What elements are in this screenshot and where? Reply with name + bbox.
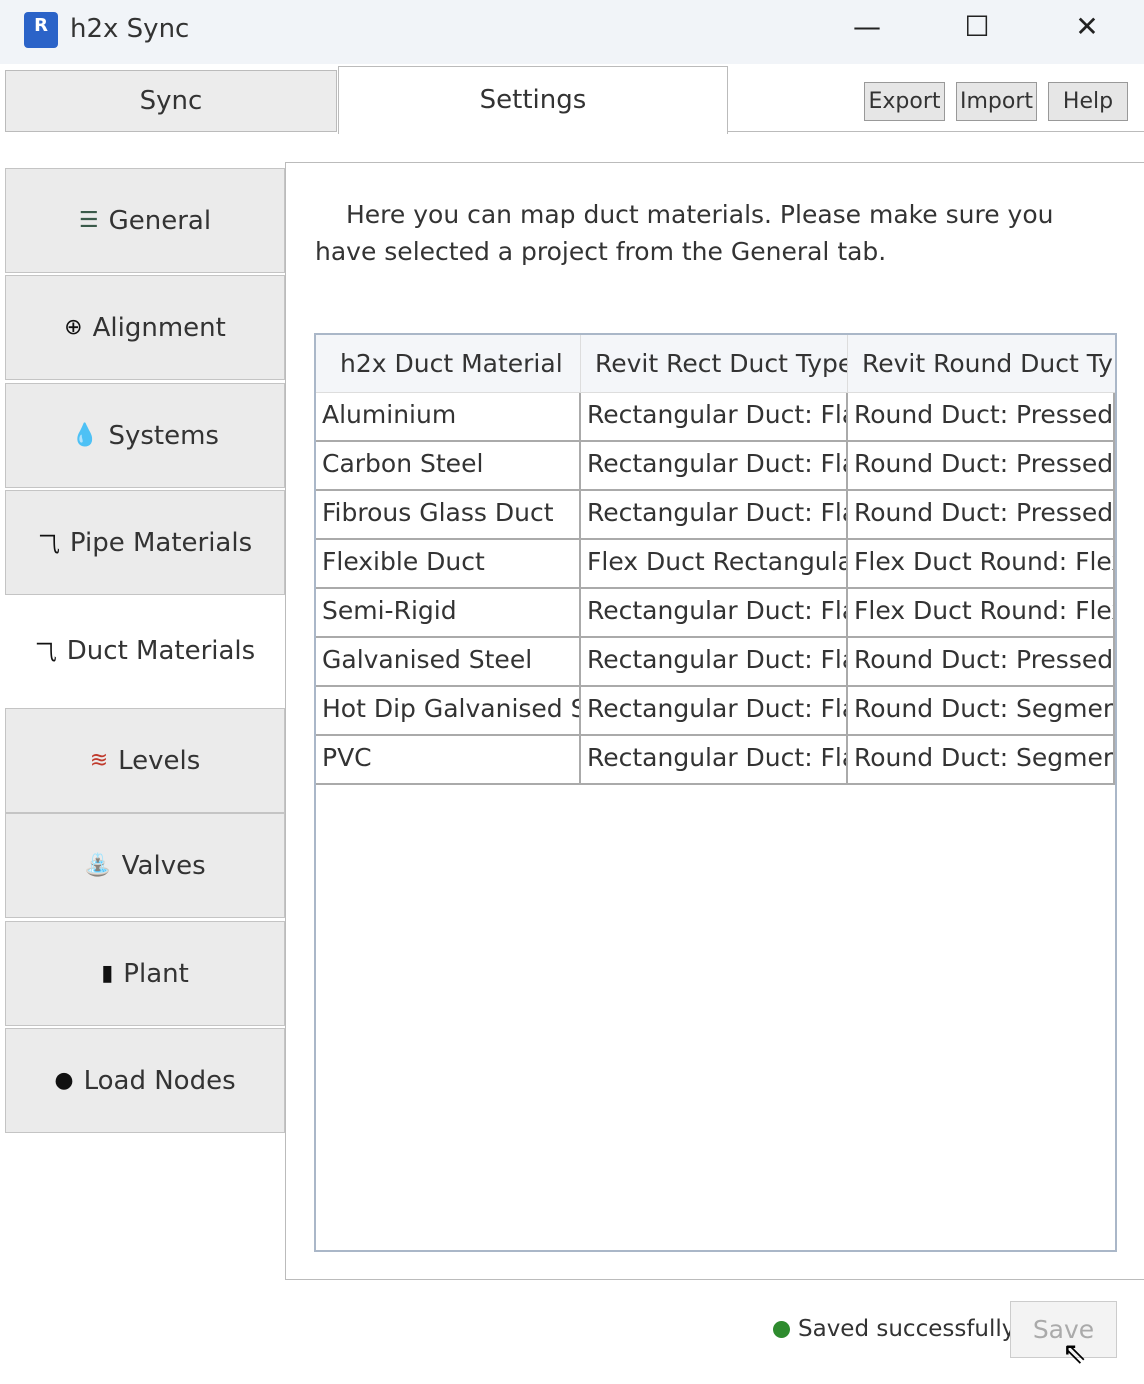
table-row[interactable]: Flexible Duct Flex Duct Rectangular Flex D… (316, 540, 1115, 589)
table-header: h2x Duct Material Revit Rect Duct Type R… (316, 335, 1115, 393)
export-button[interactable]: Export (864, 82, 945, 121)
save-status: Saved successfully (773, 1316, 1015, 1342)
table-row[interactable]: Semi-Rigid Rectangular Duct: Flat Flex Duc… (316, 589, 1115, 638)
sidebar-item-valves[interactable]: ⛲ Valves (5, 813, 285, 918)
material-cell: Aluminium (316, 393, 581, 440)
rect-duct-type-cell[interactable]: Rectangular Duct: Flat (581, 687, 848, 734)
help-button[interactable]: Help (1048, 82, 1128, 121)
material-cell: Carbon Steel (316, 442, 581, 489)
table-row[interactable]: Aluminium Rectangular Duct: Flat Round Duc… (316, 393, 1115, 442)
window-title: h2x Sync (70, 14, 190, 44)
circle-icon: ● (54, 1068, 74, 1093)
round-duct-type-cell[interactable]: Round Duct: Segmented (848, 687, 1115, 734)
sidebar-item-label: Load Nodes (83, 1065, 236, 1096)
round-duct-type-cell[interactable]: Round Duct: Pressed (848, 491, 1115, 538)
import-button[interactable]: Import (956, 82, 1037, 121)
round-duct-type-cell[interactable]: Flex Duct Round: Flex (848, 540, 1115, 587)
title-bar: R h2x Sync — ☐ ✕ (0, 0, 1144, 64)
material-cell: Flexible Duct (316, 540, 581, 587)
rect-duct-type-cell[interactable]: Rectangular Duct: Flat (581, 442, 848, 489)
sidebar-item-systems[interactable]: 💧 Systems (5, 383, 285, 488)
water-drop-icon: 💧 (71, 423, 99, 448)
table-row[interactable]: Galvanised Steel Rectangular Duct: Flat Ro… (316, 638, 1115, 687)
rect-duct-type-cell[interactable]: Rectangular Duct: Flat (581, 393, 848, 440)
column-header[interactable]: Revit Rect Duct Type (581, 335, 848, 392)
sidebar-item-pipe-materials[interactable]: ⺄ Pipe Materials (5, 490, 285, 595)
material-cell: Semi-Rigid (316, 589, 581, 636)
round-duct-type-cell[interactable]: Round Duct: Segmented (848, 736, 1115, 783)
sidebar-item-label: Plant (123, 958, 189, 989)
sidebar-item-label: Duct Materials (66, 636, 256, 666)
rect-duct-type-cell[interactable]: Flex Duct Rectangular (581, 540, 848, 587)
revit-app-icon: R (24, 12, 58, 48)
sidebar-item-load-nodes[interactable]: ● Load Nodes (5, 1028, 285, 1133)
pulse-icon: ⺄ (34, 641, 57, 666)
material-cell: Galvanised Steel (316, 638, 581, 685)
column-header[interactable]: h2x Duct Material (316, 335, 581, 392)
maximize-button[interactable]: ☐ (952, 10, 1002, 43)
material-cell: Hot Dip Galvanised Steel (316, 687, 581, 734)
sidebar-item-label: Alignment (92, 312, 226, 343)
status-text: Saved successfully (798, 1316, 1016, 1342)
table-row[interactable]: Carbon Steel Rectangular Duct: Flat Round … (316, 442, 1115, 491)
sidebar-item-label: Valves (121, 850, 206, 881)
round-duct-type-cell[interactable]: Round Duct: Pressed (848, 442, 1115, 489)
tab-divider (728, 131, 1144, 132)
rect-duct-type-cell[interactable]: Rectangular Duct: Flat (581, 491, 848, 538)
round-duct-type-cell[interactable]: Flex Duct Round: Flex (848, 589, 1115, 636)
table-row[interactable]: Hot Dip Galvanised SteelRectangular Duct… (316, 687, 1115, 736)
crosshair-icon: ⊕ (64, 315, 83, 340)
rect-duct-type-cell[interactable]: Rectangular Duct: Flat (581, 589, 848, 636)
close-button[interactable]: ✕ (1062, 10, 1112, 43)
table-row[interactable]: Fibrous Glass Duct Rectangular Duct: Flat… (316, 491, 1115, 540)
tab-settings[interactable]: Settings (338, 66, 728, 134)
table-row[interactable]: PVC Rectangular Duct: Flat Round Duct: Seg… (316, 736, 1115, 785)
tab-sync[interactable]: Sync (5, 70, 337, 132)
round-duct-type-cell[interactable]: Round Duct: Pressed (848, 638, 1115, 685)
rect-duct-type-cell[interactable]: Rectangular Duct: Flat (581, 736, 848, 783)
sidebar-item-label: Systems (108, 420, 219, 451)
sidebar-item-label: Levels (118, 745, 201, 776)
material-cell: Fibrous Glass Duct (316, 491, 581, 538)
duct-materials-table: h2x Duct Material Revit Rect Duct Type R… (314, 333, 1117, 1252)
success-icon (773, 1320, 790, 1338)
sidebar-item-duct-materials[interactable]: ⺄ Duct Materials (5, 596, 285, 706)
round-duct-type-cell[interactable]: Round Duct: Pressed (848, 393, 1115, 440)
mouse-cursor-icon: ⇖ (1062, 1336, 1088, 1371)
intro-text: Here you can map duct materials. Please … (315, 200, 1054, 266)
server-icon: ☰ (78, 208, 99, 233)
sidebar-item-levels[interactable]: ≋ Levels (5, 708, 285, 813)
sidebar-item-label: General (108, 205, 212, 236)
minimize-button[interactable]: — (842, 10, 892, 43)
bucket-icon: ▮ (101, 961, 114, 986)
sidebar-item-label: Pipe Materials (69, 527, 253, 558)
sidebar-item-plant[interactable]: ▮ Plant (5, 921, 285, 1026)
pulse-icon: ⺄ (37, 532, 60, 558)
rect-duct-type-cell[interactable]: Rectangular Duct: Flat (581, 638, 848, 685)
faucet-icon: ⛲ (84, 853, 112, 878)
column-header[interactable]: Revit Round Duct Type (848, 335, 1115, 392)
material-cell: PVC (316, 736, 581, 783)
sidebar-item-alignment[interactable]: ⊕ Alignment (5, 275, 285, 380)
layers-icon: ≋ (89, 748, 109, 773)
sidebar-item-general[interactable]: ☰ General (5, 168, 285, 273)
